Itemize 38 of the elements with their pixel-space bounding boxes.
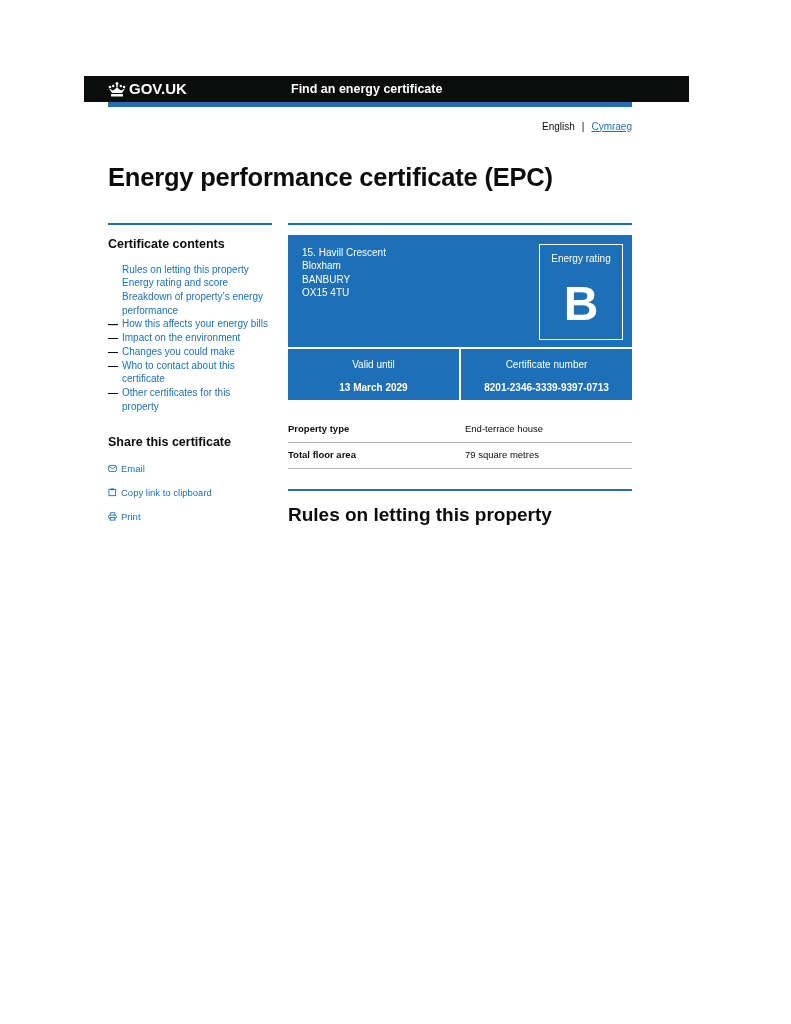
- contents-link[interactable]: Changes you could make: [122, 344, 235, 359]
- contents-link[interactable]: How this affects your energy bills: [122, 317, 268, 332]
- certificate-number: 8201-2346-3339-9397-0713: [483, 380, 610, 395]
- gov-uk-logo[interactable]: GOV.UK: [108, 77, 291, 101]
- current-language: English: [542, 119, 575, 134]
- share-link[interactable]: Email: [108, 462, 145, 476]
- service-name-link[interactable]: Find an energy certificate: [291, 79, 443, 99]
- language-separator: |: [581, 119, 585, 134]
- address-line: OX15 4TU: [302, 286, 351, 300]
- address-line: BANBURY: [302, 272, 352, 287]
- contents-link[interactable]: Rules on letting this property: [122, 262, 249, 277]
- contents-link[interactable]: Who to contact about this certificate: [122, 358, 269, 386]
- certificate-number-label: Certificate number: [504, 357, 589, 372]
- energy-rating-label: Energy rating: [550, 251, 612, 266]
- address-line: Bloxham: [302, 259, 342, 273]
- address-line: 15. Havill Crescent: [302, 245, 386, 260]
- contents-heading: Certificate contents: [108, 236, 226, 252]
- summary-key: Property type: [288, 421, 465, 436]
- contents-link[interactable]: Other certificates for this property: [122, 385, 269, 414]
- contents-link[interactable]: Energy rating and score: [122, 276, 229, 290]
- envelope-icon: [108, 464, 117, 474]
- page-title: Energy performance certificate (EPC): [108, 162, 554, 193]
- crown-icon: [108, 81, 126, 97]
- valid-until-date: 13 March 2029: [338, 380, 409, 395]
- summary-value: End-terrace house: [465, 421, 544, 436]
- clipboard-icon: [108, 488, 117, 498]
- summary-key: Total floor area: [288, 447, 465, 463]
- contents-link[interactable]: Impact on the environment: [122, 331, 241, 345]
- share-heading: Share this certificate: [108, 435, 232, 451]
- summary-value: 79 square metres: [465, 447, 539, 462]
- printer-icon: [108, 512, 117, 522]
- language-link[interactable]: Cymraeg: [591, 118, 632, 134]
- share-link[interactable]: Copy link to clipboard: [108, 486, 212, 500]
- contents-link[interactable]: Breakdown of property’s energy performance: [122, 290, 269, 318]
- section-heading: Rules on letting this property: [288, 504, 553, 527]
- share-link[interactable]: Print: [108, 510, 141, 524]
- energy-rating-letter: B: [562, 279, 600, 328]
- valid-until-label: Valid until: [351, 357, 396, 372]
